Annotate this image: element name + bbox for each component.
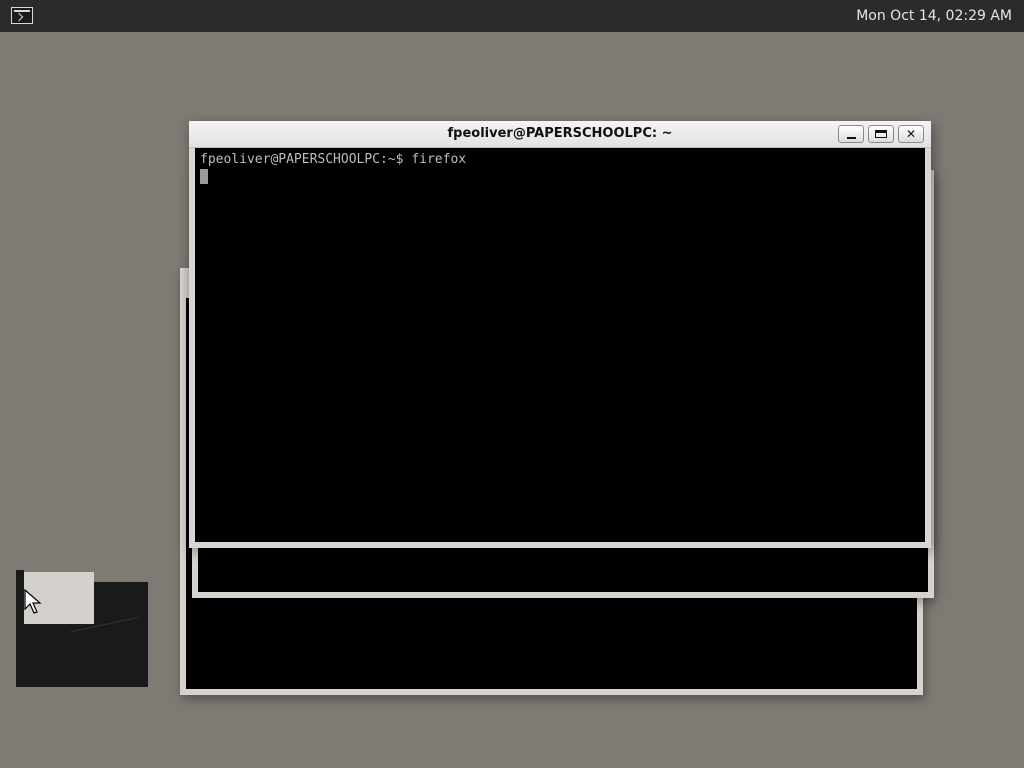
close-icon: ✕ [905, 127, 917, 141]
mouse-pointer-icon [24, 589, 42, 614]
window-title: fpeoliver@PAPERSCHOOLPC: ~ [447, 126, 673, 141]
maximize-icon [875, 130, 887, 138]
maximize-button[interactable] [868, 125, 894, 143]
terminal-prompt-line: fpeoliver@PAPERSCHOOLPC:~$ firefox [200, 152, 467, 167]
terminal-window[interactable]: fpeoliver@PAPERSCHOOLPC: ~ ✕ fpeoliver@P… [189, 121, 931, 548]
minimize-icon [846, 137, 856, 139]
image-dark-edge [16, 570, 24, 630]
terminal-icon[interactable] [11, 7, 33, 24]
window-titlebar[interactable]: fpeoliver@PAPERSCHOOLPC: ~ ✕ [189, 121, 931, 148]
close-button[interactable]: ✕ [898, 125, 924, 143]
desktop-image[interactable] [16, 566, 148, 687]
top-panel: Mon Oct 14, 02:29 AM [0, 0, 1024, 32]
minimize-button[interactable] [838, 125, 864, 143]
clock[interactable]: Mon Oct 14, 02:29 AM [856, 8, 1012, 24]
text-cursor [200, 169, 208, 184]
terminal-output[interactable]: fpeoliver@PAPERSCHOOLPC:~$ firefox [195, 148, 925, 542]
